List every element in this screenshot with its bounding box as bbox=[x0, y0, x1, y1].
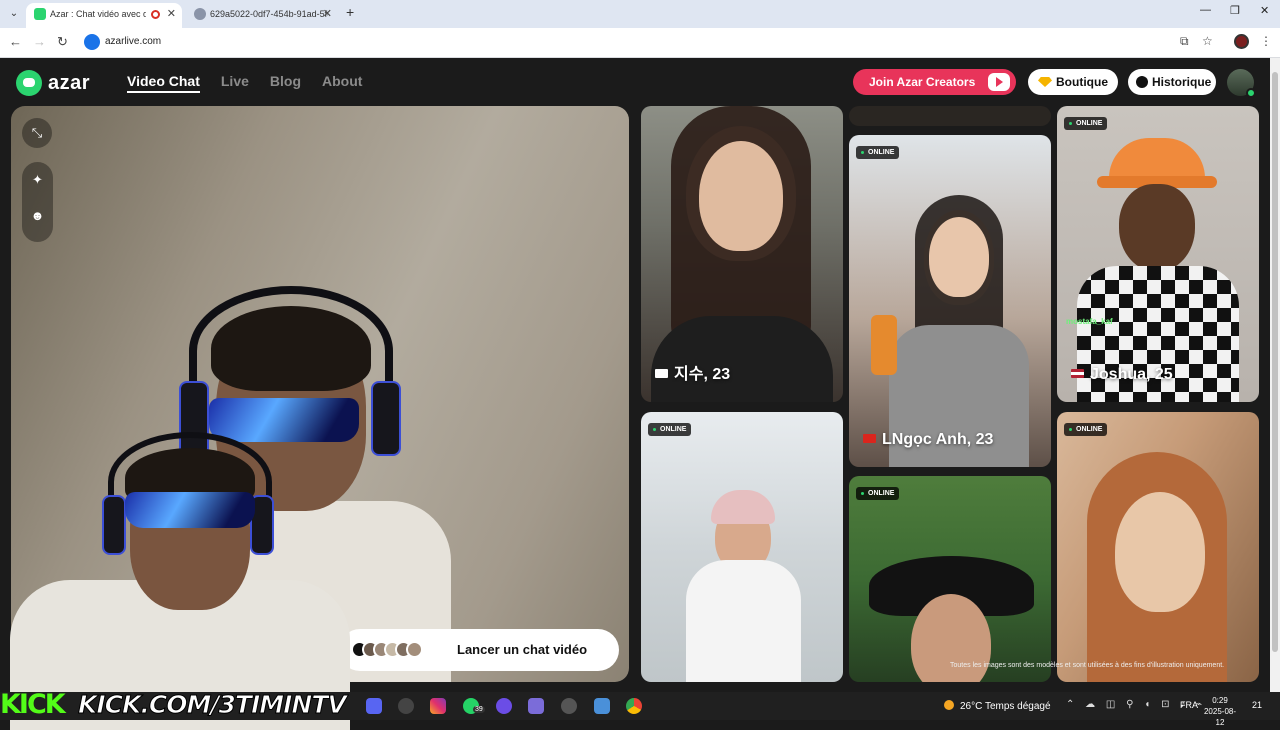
profile-card[interactable]: 지수, 23 bbox=[641, 106, 843, 402]
online-status-icon bbox=[1246, 88, 1256, 98]
app-icon[interactable] bbox=[594, 698, 610, 714]
profile-card[interactable]: ONLINE bbox=[1057, 412, 1259, 682]
minimize-icon[interactable]: — bbox=[1200, 4, 1211, 16]
flag-kr-icon bbox=[655, 369, 668, 378]
install-app-icon[interactable]: ⧉ bbox=[1180, 34, 1189, 49]
online-badge: ONLINE bbox=[648, 423, 692, 436]
instagram-icon[interactable] bbox=[430, 698, 446, 714]
nav-about[interactable]: About bbox=[322, 73, 362, 93]
avatar-stack bbox=[351, 641, 423, 658]
notification-count[interactable]: 21 bbox=[1252, 700, 1262, 710]
reload-icon[interactable]: ↻ bbox=[57, 34, 68, 50]
history-label: Historique bbox=[1152, 75, 1212, 89]
gem-icon bbox=[1038, 77, 1052, 87]
profile-card[interactable]: ONLINE bbox=[641, 412, 843, 682]
address-bar: ← → ↻ azarlive.com ⧉ ☆ ⋮ bbox=[0, 28, 1280, 58]
streamer-webcam-overlay bbox=[0, 420, 360, 730]
nav-blog[interactable]: Blog bbox=[270, 73, 301, 93]
tab-azar[interactable]: Azar : Chat vidéo avec de n ✕ bbox=[26, 3, 182, 28]
profile-avatar[interactable] bbox=[1234, 34, 1249, 49]
back-arrow-icon[interactable]: ← bbox=[9, 34, 22, 49]
video-effects-group: ✦ ☻ bbox=[22, 162, 53, 242]
sun-icon bbox=[944, 700, 954, 710]
boutique-label: Boutique bbox=[1056, 75, 1108, 89]
url-field[interactable]: azarlive.com bbox=[105, 36, 161, 47]
tab-title: 629a5022-0df7-454b-91ad-5f0 bbox=[210, 9, 328, 19]
user-avatar[interactable] bbox=[1227, 69, 1256, 98]
new-tab-plus-icon[interactable]: + bbox=[346, 4, 354, 20]
azar-logo-icon bbox=[16, 70, 42, 96]
online-badge: ONLINE bbox=[1064, 117, 1108, 130]
language-indicator[interactable]: FRA bbox=[1180, 700, 1198, 710]
history-button[interactable]: Historique bbox=[1128, 69, 1216, 95]
site-info-icon[interactable] bbox=[84, 34, 100, 50]
bookmark-star-icon[interactable]: ☆ bbox=[1202, 34, 1213, 48]
flag-us-icon bbox=[1071, 369, 1084, 378]
join-creators-button[interactable]: Join Azar Creators bbox=[853, 69, 1016, 95]
whatsapp-badge: 39 bbox=[473, 706, 485, 713]
tab-secondary[interactable]: 629a5022-0df7-454b-91ad-5f0 ✕ bbox=[186, 3, 338, 28]
sparkle-effects-icon[interactable]: ✦ bbox=[22, 162, 53, 198]
play-icon bbox=[988, 73, 1010, 91]
window-close-icon[interactable]: ✕ bbox=[1260, 4, 1269, 17]
weather-widget[interactable]: 26°C Temps dégagé bbox=[944, 700, 1051, 712]
nav-live[interactable]: Live bbox=[221, 73, 249, 93]
main-nav: Video Chat Live Blog About bbox=[127, 73, 362, 93]
close-icon[interactable]: ✕ bbox=[323, 3, 332, 25]
forward-arrow-icon[interactable]: → bbox=[33, 34, 46, 49]
chrome-icon[interactable] bbox=[626, 698, 642, 714]
flag-vn-icon bbox=[863, 434, 876, 443]
profile-card[interactable]: ONLINE LNgọc Anh, 23 bbox=[849, 135, 1051, 467]
launch-chat-label: Lancer un chat vidéo bbox=[457, 642, 588, 657]
kick-logo: KICK bbox=[0, 689, 66, 720]
messenger-icon[interactable] bbox=[496, 698, 512, 714]
boutique-button[interactable]: Boutique bbox=[1028, 69, 1118, 95]
face-filter-icon[interactable]: ☻ bbox=[22, 198, 53, 234]
kebab-menu-icon[interactable]: ⋮ bbox=[1260, 34, 1272, 48]
profile-name: 지수, 23 bbox=[655, 360, 730, 384]
taskbar-clock[interactable]: 0:29 2025-08-12 bbox=[1200, 695, 1240, 728]
profile-name: LNgọc Anh, 23 bbox=[863, 431, 993, 449]
scrollbar-thumb[interactable] bbox=[1272, 72, 1278, 652]
globe-icon bbox=[194, 8, 206, 20]
browser-tab-strip: ⌄ Azar : Chat vidéo avec de n ✕ 629a5022… bbox=[0, 0, 1280, 28]
minimize-video-icon[interactable]: ⤡ bbox=[22, 118, 52, 148]
restore-icon[interactable]: ❐ bbox=[1230, 4, 1240, 17]
clock-icon bbox=[1136, 76, 1148, 88]
creators-label: Join Azar Creators bbox=[869, 75, 976, 89]
profile-name: Joshua, 25 bbox=[1071, 366, 1173, 384]
tab-search-chevron-icon[interactable]: ⌄ bbox=[6, 6, 22, 22]
profile-card[interactable]: ONLINE Joshua, 25 bbox=[1057, 106, 1259, 402]
online-badge: ONLINE bbox=[856, 487, 900, 500]
azar-favicon-icon bbox=[34, 8, 46, 20]
profile-card[interactable]: ONLINE bbox=[849, 476, 1051, 682]
azar-logo[interactable]: azar bbox=[16, 70, 90, 96]
profile-card[interactable] bbox=[849, 106, 1051, 126]
media-player-icon[interactable] bbox=[561, 698, 577, 714]
recording-indicator-icon bbox=[151, 10, 160, 19]
page-scrollbar[interactable] bbox=[1270, 58, 1280, 692]
discord-icon[interactable] bbox=[366, 698, 382, 714]
kick-url: KICK.COM/3TIMINTV bbox=[78, 690, 348, 720]
chat-username: mostafa_kaf bbox=[1066, 317, 1113, 326]
image-disclaimer: Toutes les images sont des modèles et so… bbox=[950, 662, 1225, 669]
close-icon[interactable]: ✕ bbox=[167, 3, 176, 25]
logo-text: azar bbox=[48, 71, 91, 94]
online-badge: ONLINE bbox=[1064, 423, 1108, 436]
online-badge: ONLINE bbox=[856, 146, 900, 159]
steam-icon[interactable] bbox=[398, 698, 414, 714]
gamepad-icon[interactable] bbox=[528, 698, 544, 714]
tab-title: Azar : Chat vidéo avec de n bbox=[50, 9, 146, 19]
nav-video-chat[interactable]: Video Chat bbox=[127, 73, 200, 93]
kick-stream-banner: KICK KICK.COM/3TIMINTV bbox=[0, 689, 347, 720]
launch-chat-button[interactable]: Lancer un chat vidéo bbox=[339, 629, 619, 671]
